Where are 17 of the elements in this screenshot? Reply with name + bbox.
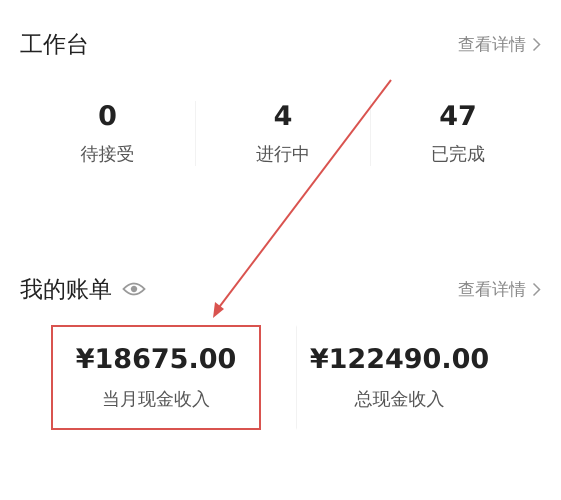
details-link[interactable]: 查看详情 [458,278,541,300]
chevron-icon [532,36,541,52]
stat-label: 进行中 [256,143,310,166]
stat-value: 47 [439,101,477,132]
stat-value: 4 [274,101,292,132]
details-link[interactable]: 查看详情 [458,32,541,56]
stat-label: 待接受 [80,143,134,166]
eye-icon[interactable] [122,281,146,297]
bill-label: 当月现金收入 [102,388,210,411]
section-title: 我的账单 [20,276,112,304]
bill-label: 总现金收入 [354,388,444,411]
stat-value: 0 [98,101,117,132]
stat-label: 已完成 [431,143,485,166]
bill-amount: ¥18675.00 [76,344,236,375]
section-title: 工作台 [20,30,89,60]
bill-amount: ¥122490.00 [310,344,490,375]
chevron-icon [532,282,541,296]
